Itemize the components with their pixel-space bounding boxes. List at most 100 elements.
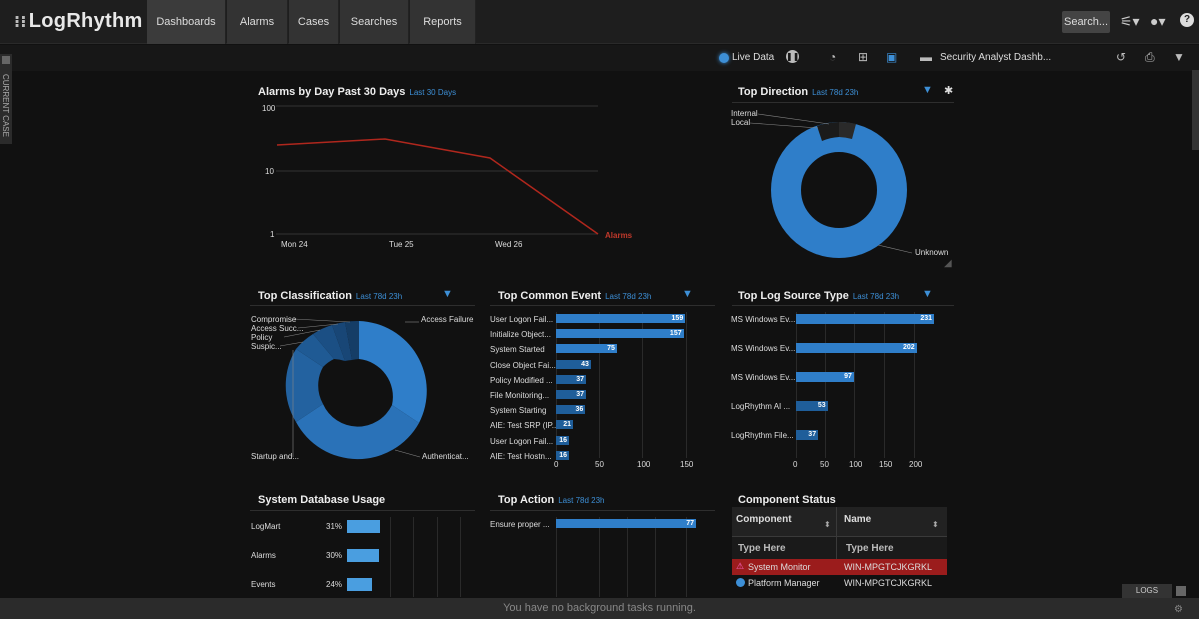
bar-value-label: 16 — [559, 436, 567, 444]
name-filter-input[interactable]: Type Here — [846, 543, 894, 554]
divider — [732, 305, 954, 306]
db-usage-bar — [347, 578, 373, 591]
filter-icon[interactable]: ▼ — [922, 288, 933, 300]
grid-line — [460, 517, 461, 597]
component-cell: System Monitor — [748, 562, 811, 572]
name-cell: WIN-MPGTCJKGRKL — [844, 562, 933, 572]
grid-line — [914, 312, 915, 458]
x-tick-label: 50 — [820, 460, 829, 469]
bar-label: System Started — [490, 345, 545, 355]
bar-label: System Starting — [490, 406, 547, 416]
bar-value-label: 37 — [808, 431, 817, 438]
table-row[interactable]: Platform Manager WIN-MPGTCJKGRKL — [732, 575, 947, 591]
logs-tab[interactable]: LOGS — [1122, 584, 1172, 598]
filter-icon[interactable]: ▼ — [682, 288, 693, 300]
bar-value-label: 202 — [902, 344, 915, 351]
db-usage-bar — [347, 549, 379, 562]
grid-line — [413, 517, 414, 597]
bar-value-label: 16 — [559, 451, 567, 459]
x-tick-label: 150 — [680, 460, 694, 469]
bar-value-label: 43 — [581, 360, 589, 368]
bar-value-label: 36 — [575, 406, 584, 414]
grid-line — [825, 312, 826, 458]
bar-value-label: 53 — [817, 402, 826, 409]
table-header: Component ⬍ Name ⬍ — [732, 507, 947, 537]
bar-value-label: 31% — [326, 522, 343, 531]
donut-slice-authentication — [296, 404, 419, 460]
db-usage-bar — [347, 520, 380, 533]
grid-line — [437, 517, 438, 597]
bar-value-label: 30% — [326, 551, 343, 560]
sort-icon[interactable]: ⬍ — [824, 520, 831, 529]
grid-line — [556, 517, 557, 597]
bar-value-label: 159 — [671, 315, 684, 322]
bar-label: LogRhythm AI ... — [731, 402, 791, 411]
leader-line — [394, 449, 421, 458]
legend-label: Access Succ... — [251, 324, 304, 333]
divider — [490, 510, 715, 511]
bar-label: MS Windows Ev... — [731, 373, 796, 382]
legend-label: Authenticat... — [422, 452, 469, 461]
grid-line — [627, 517, 628, 597]
component-status-table: Component ⬍ Name ⬍ Type Here Type Here ⚠… — [732, 507, 947, 591]
background-tasks-message: You have no background tasks running. — [503, 602, 696, 614]
name-cell: WIN-MPGTCJKGRKL — [844, 578, 933, 588]
legend-label: Startup and... — [251, 452, 300, 461]
bar-label: Close Object Fai... — [490, 360, 556, 370]
bar-label: Initialize Object... — [490, 330, 551, 340]
bar-label: LogMart — [251, 522, 281, 531]
bar-value-label: 24% — [326, 580, 343, 589]
bar-label: User Logon Fail... — [490, 436, 554, 446]
sort-icon[interactable]: ⬍ — [932, 520, 939, 529]
table-row[interactable]: ⚠ System Monitor WIN-MPGTCJKGRKL — [732, 559, 947, 575]
bar-label: File Monitoring... — [490, 391, 550, 400]
bar-label: User Logon Fail... — [490, 315, 554, 324]
bar-value-label: 37 — [576, 391, 585, 398]
page-scrollbar[interactable] — [1192, 70, 1199, 150]
bar-label: MS Windows Ev... — [731, 344, 796, 353]
background-tasks-bar: You have no background tasks running. — [0, 598, 1199, 619]
warning-icon: ⚠ — [736, 561, 745, 571]
divider — [250, 510, 475, 511]
expand-logs-icon[interactable] — [1176, 586, 1186, 596]
common-event-widget-title: Top Common Event Last 78d 23h — [498, 290, 652, 302]
bar-value-label: 77 — [686, 520, 694, 527]
leader-line — [293, 318, 351, 323]
bar-value-label: 231 — [920, 315, 932, 322]
bar-label: LogRhythm File... — [731, 431, 794, 440]
legend-label: Compromise — [251, 315, 297, 324]
legend-label: Suspic... — [251, 342, 282, 351]
bar-label: Events — [251, 580, 276, 589]
component-cell: Platform Manager — [748, 578, 820, 588]
bar-value-label: 97 — [844, 373, 852, 380]
bar-label: AIE: Test Hostn... — [490, 451, 552, 461]
column-divider — [836, 537, 837, 559]
gear-icon[interactable]: ⚙ — [1174, 604, 1183, 615]
grid-line — [599, 517, 600, 597]
component-widget-title: Component Status — [738, 494, 836, 506]
grid-line — [884, 312, 885, 458]
x-tick-label: 200 — [909, 460, 923, 469]
x-tick-label: 100 — [637, 460, 651, 469]
x-tick-label: 100 — [849, 460, 863, 469]
grid-line — [390, 517, 391, 597]
column-header-name[interactable]: Name — [844, 514, 871, 525]
bar-value-label: 157 — [669, 330, 682, 338]
grid-line — [655, 517, 656, 597]
divider — [490, 305, 715, 306]
component-filter-input[interactable]: Type Here — [738, 543, 786, 554]
action-widget-title: Top Action Last 78d 23h — [498, 494, 605, 506]
bar-label: MS Windows Ev... — [731, 315, 796, 324]
table-filter-row: Type Here Type Here — [732, 537, 947, 559]
x-tick-label: 150 — [879, 460, 893, 469]
legend-label: Access Failure — [421, 315, 474, 324]
bar-label: Policy Modified ... — [490, 375, 553, 385]
column-header-component[interactable]: Component — [736, 514, 792, 525]
bar-value-label: 21 — [563, 421, 572, 429]
db-usage-widget-title: System Database Usage — [258, 494, 386, 506]
grid-line — [686, 517, 687, 597]
grid-line — [854, 312, 855, 458]
x-tick-label: 0 — [793, 460, 798, 469]
log-source-widget-title: Top Log Source Type Last 78d 23h — [738, 290, 900, 302]
bar-value-label: 37 — [576, 375, 585, 383]
